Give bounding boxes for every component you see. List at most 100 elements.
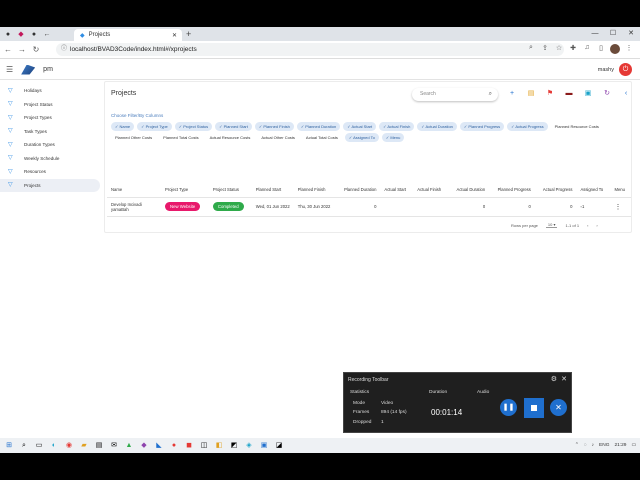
sidebar-item-resources[interactable]: ▽ Resources xyxy=(0,165,100,179)
extensions-icon[interactable]: ✚ xyxy=(568,44,578,54)
app-icon[interactable]: ◫ xyxy=(198,441,210,451)
filter-chip[interactable]: Actual Duration xyxy=(417,122,457,131)
filter-chip[interactable]: Project Type xyxy=(137,122,172,131)
sidebar-item-holidays[interactable]: ▽ Holidays xyxy=(0,84,100,98)
sidebar-item-weekly-schedule[interactable]: ▽ Weekly Schedule xyxy=(0,152,100,166)
close-tab-icon[interactable]: ✕ xyxy=(172,32,177,39)
power-logout-icon[interactable]: ⏻ xyxy=(619,63,632,76)
filter-chip[interactable]: Planned Progress xyxy=(459,122,505,131)
mail-icon[interactable]: ✉ xyxy=(108,441,120,451)
info-icon[interactable]: ⓘ xyxy=(61,43,67,56)
column-header[interactable]: Planned Start xyxy=(251,183,294,198)
row-menu-icon[interactable]: ⋮ xyxy=(614,204,621,211)
column-header[interactable]: Actual Start xyxy=(380,183,414,198)
gear-icon[interactable]: ⚙ xyxy=(551,375,557,383)
filter-chip[interactable]: Planned Finish xyxy=(254,122,294,131)
sidebar-item-task-types[interactable]: ▽ Task Types xyxy=(0,125,100,139)
collapse-icon[interactable]: ‹ xyxy=(621,89,631,99)
browser-menu-icon[interactable]: ⋮ xyxy=(624,44,634,54)
filter-chip[interactable]: Name xyxy=(111,122,135,131)
bookmark-icon[interactable]: ☆ xyxy=(554,44,564,54)
task-view-icon[interactable]: ▭ xyxy=(33,441,45,451)
github-icon[interactable]: ● xyxy=(29,29,39,39)
rows-per-page-select[interactable]: 10 ▾ xyxy=(545,222,558,228)
sidebar-item-project-status[interactable]: ▽ Project Status xyxy=(0,98,100,112)
add-icon[interactable]: + xyxy=(507,89,517,99)
hamburger-menu-icon[interactable]: ☰ xyxy=(6,65,13,74)
clock[interactable]: 21:29 xyxy=(614,443,626,448)
sidepanel-icon[interactable]: ▯ xyxy=(596,44,606,54)
print-icon[interactable]: ▣ xyxy=(583,89,593,99)
search-icon[interactable]: ⌕ xyxy=(489,88,492,101)
vscode-icon[interactable]: ◣ xyxy=(153,441,165,451)
app-icon[interactable]: ◪ xyxy=(273,441,285,451)
column-header[interactable]: Project Type xyxy=(161,183,209,198)
filter-chip[interactable]: Actual Start xyxy=(343,122,377,131)
profile-avatar[interactable] xyxy=(610,44,620,54)
next-page-icon[interactable]: › xyxy=(596,223,597,228)
export-icon[interactable]: ▬ xyxy=(564,89,574,99)
filter-chip[interactable]: Actual Finish xyxy=(379,122,415,131)
app-icon[interactable]: ◩ xyxy=(228,441,240,451)
filter-chip[interactable]: Planned Other Costs xyxy=(111,133,156,142)
column-header[interactable]: Actual Finish xyxy=(413,183,449,198)
column-header[interactable]: Project Status xyxy=(208,183,252,198)
column-header[interactable]: Actual Duration xyxy=(448,183,490,198)
column-header[interactable]: Menu xyxy=(610,183,631,198)
sidebar-item-project-types[interactable]: ▽ Project Types xyxy=(0,111,100,125)
filter-chip[interactable]: Actual Resource Costs xyxy=(206,133,255,142)
app-icon[interactable]: ◧ xyxy=(213,441,225,451)
app-icon[interactable]: ▣ xyxy=(258,441,270,451)
store-icon[interactable]: ▤ xyxy=(93,441,105,451)
back-tab-icon[interactable]: ← xyxy=(42,29,52,39)
search-taskbar-icon[interactable]: ⌕ xyxy=(18,441,30,451)
network-icon[interactable]: ◌ xyxy=(584,443,587,448)
prev-page-icon[interactable]: ‹ xyxy=(587,223,588,228)
close-window-icon[interactable]: ✕ xyxy=(622,27,640,41)
close-icon[interactable]: ✕ xyxy=(561,375,567,383)
app-icon[interactable]: ▲ xyxy=(123,441,135,451)
filter-chip[interactable]: Actual Total Costs xyxy=(302,133,342,142)
reload-icon[interactable]: ↻ xyxy=(30,45,42,54)
filter-chip[interactable]: Planned Total Costs xyxy=(159,133,203,142)
tab-projects[interactable]: ◆ Projects ✕ xyxy=(74,29,182,41)
column-header[interactable]: Assigned To xyxy=(576,183,611,198)
column-header[interactable]: Planned Duration xyxy=(335,183,381,198)
volume-icon[interactable]: ♪ xyxy=(592,443,594,448)
filter-chip[interactable]: Assigned To xyxy=(344,133,379,142)
filter-chip[interactable]: Planned Start xyxy=(215,122,252,131)
cancel-recording-button[interactable]: ✕ xyxy=(550,399,567,416)
pause-button[interactable]: ❚❚ xyxy=(500,399,517,416)
share-icon[interactable]: ⇪ xyxy=(540,44,550,54)
minimize-icon[interactable]: — xyxy=(586,27,604,41)
filter-chip[interactable]: Planned Duration xyxy=(296,122,341,131)
column-header[interactable]: Planned Finish xyxy=(293,183,336,198)
back-icon[interactable]: ← xyxy=(2,45,14,54)
sidebar-item-projects[interactable]: ▽ Projects xyxy=(0,178,100,192)
filter-chip[interactable]: Project Status xyxy=(174,122,213,131)
sidebar-item-duration-types[interactable]: ▽ Duration Types xyxy=(0,138,100,152)
maximize-icon[interactable]: ☐ xyxy=(604,27,622,41)
address-bar[interactable]: ⓘ localhost/BVAD3Code/index.html#/xproje… xyxy=(56,43,564,56)
media-icon[interactable]: ♫ xyxy=(582,44,592,54)
columns-icon[interactable]: ▤ xyxy=(526,89,536,99)
forward-icon[interactable]: → xyxy=(16,45,28,54)
filter-clear-icon[interactable]: ⚑ xyxy=(545,89,555,99)
filter-chip[interactable]: Actual Other Costs xyxy=(257,133,299,142)
github-icon[interactable]: ● xyxy=(3,29,13,39)
pinned-tab-icon[interactable]: ◆ xyxy=(16,29,26,39)
filter-chip[interactable]: Planned Resource Costs xyxy=(551,122,603,131)
app-icon[interactable]: ◼ xyxy=(183,441,195,451)
folder-icon[interactable]: ▰ xyxy=(78,441,90,451)
language-indicator[interactable]: ENG xyxy=(599,443,609,448)
stop-button[interactable] xyxy=(524,398,544,418)
column-header[interactable]: Planned Progress xyxy=(489,183,535,198)
app-icon[interactable]: ◈ xyxy=(243,441,255,451)
refresh-icon[interactable]: ↻ xyxy=(602,89,612,99)
zoom-icon[interactable]: ⌕ xyxy=(526,44,536,54)
chrome-icon[interactable]: ◉ xyxy=(63,441,75,451)
new-tab-button[interactable]: + xyxy=(186,29,191,39)
filter-chip[interactable]: Actual Progress xyxy=(507,122,548,131)
table-row[interactable]: Develop Incivadi yamaBah New Website Com… xyxy=(107,197,631,217)
edge-icon[interactable]: ◐ xyxy=(48,441,60,451)
